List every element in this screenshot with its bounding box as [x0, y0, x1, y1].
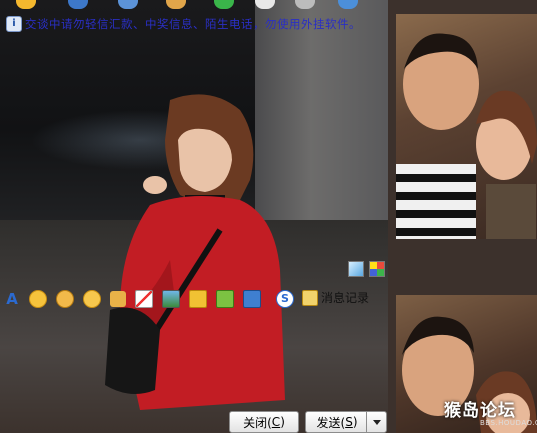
top-toolbar [0, 0, 388, 12]
ie-icon[interactable] [338, 0, 358, 9]
input-mode-icons [343, 261, 385, 277]
send-button[interactable]: 发送(S) [305, 411, 369, 433]
theme-icon[interactable] [369, 261, 385, 277]
doc-icon[interactable] [255, 0, 275, 9]
font-icon[interactable]: A [4, 291, 20, 307]
contact-photo-top-art [396, 33, 537, 239]
thumb-icon[interactable] [110, 291, 126, 307]
smile-icon[interactable] [29, 290, 47, 308]
chevron-down-icon [372, 419, 381, 425]
background-girl-figure [105, 94, 285, 410]
watermark-url: BBS.HOUDAO.COM [480, 419, 537, 427]
s-icon[interactable]: S [276, 290, 294, 308]
wink-icon[interactable] [83, 290, 101, 308]
watermark-logo: 猴岛论坛 [444, 401, 516, 421]
info-shield-icon: i [6, 16, 22, 32]
pencil-icon[interactable] [135, 290, 153, 308]
add-icon[interactable] [214, 0, 234, 9]
paste-icon[interactable] [166, 0, 186, 9]
gift-icon[interactable] [189, 290, 207, 308]
angry-icon[interactable] [56, 290, 74, 308]
format-toolbar: A S [4, 289, 303, 309]
screenshot-icon[interactable] [348, 261, 364, 277]
history-label: 消息记录 [321, 291, 370, 305]
send-label-end: ) [352, 415, 358, 429]
screen-icon[interactable] [243, 290, 261, 308]
calendar-icon[interactable] [118, 0, 138, 9]
picture-icon[interactable] [162, 290, 180, 308]
send-hotkey: S [345, 415, 353, 429]
smiley-icon[interactable] [16, 0, 36, 9]
chat-pane: i 交谈中请勿轻信汇款、中奖信息、陌生电话，勿使用外挂软件。 A S 消息记录 … [0, 0, 388, 433]
close-hotkey: C [271, 415, 281, 429]
notice-text: 交谈中请勿轻信汇款、中奖信息、陌生电话，勿使用外挂软件。 [25, 17, 361, 31]
close-label-end: ) [280, 415, 285, 429]
history-icon [302, 289, 318, 306]
send-label: 发送( [316, 415, 346, 430]
contact-photo-top [396, 14, 537, 239]
security-notice: i 交谈中请勿轻信汇款、中奖信息、陌生电话，勿使用外挂软件。 [6, 15, 361, 33]
close-button[interactable]: 关闭(C) [229, 411, 299, 433]
close-label: 关闭( [243, 415, 272, 430]
search-icon[interactable] [68, 0, 88, 9]
message-history-button[interactable]: 消息记录 [302, 289, 369, 306]
send-options-dropdown[interactable] [366, 411, 387, 433]
puzzle-icon[interactable] [216, 290, 234, 308]
gear-icon[interactable] [295, 0, 315, 9]
